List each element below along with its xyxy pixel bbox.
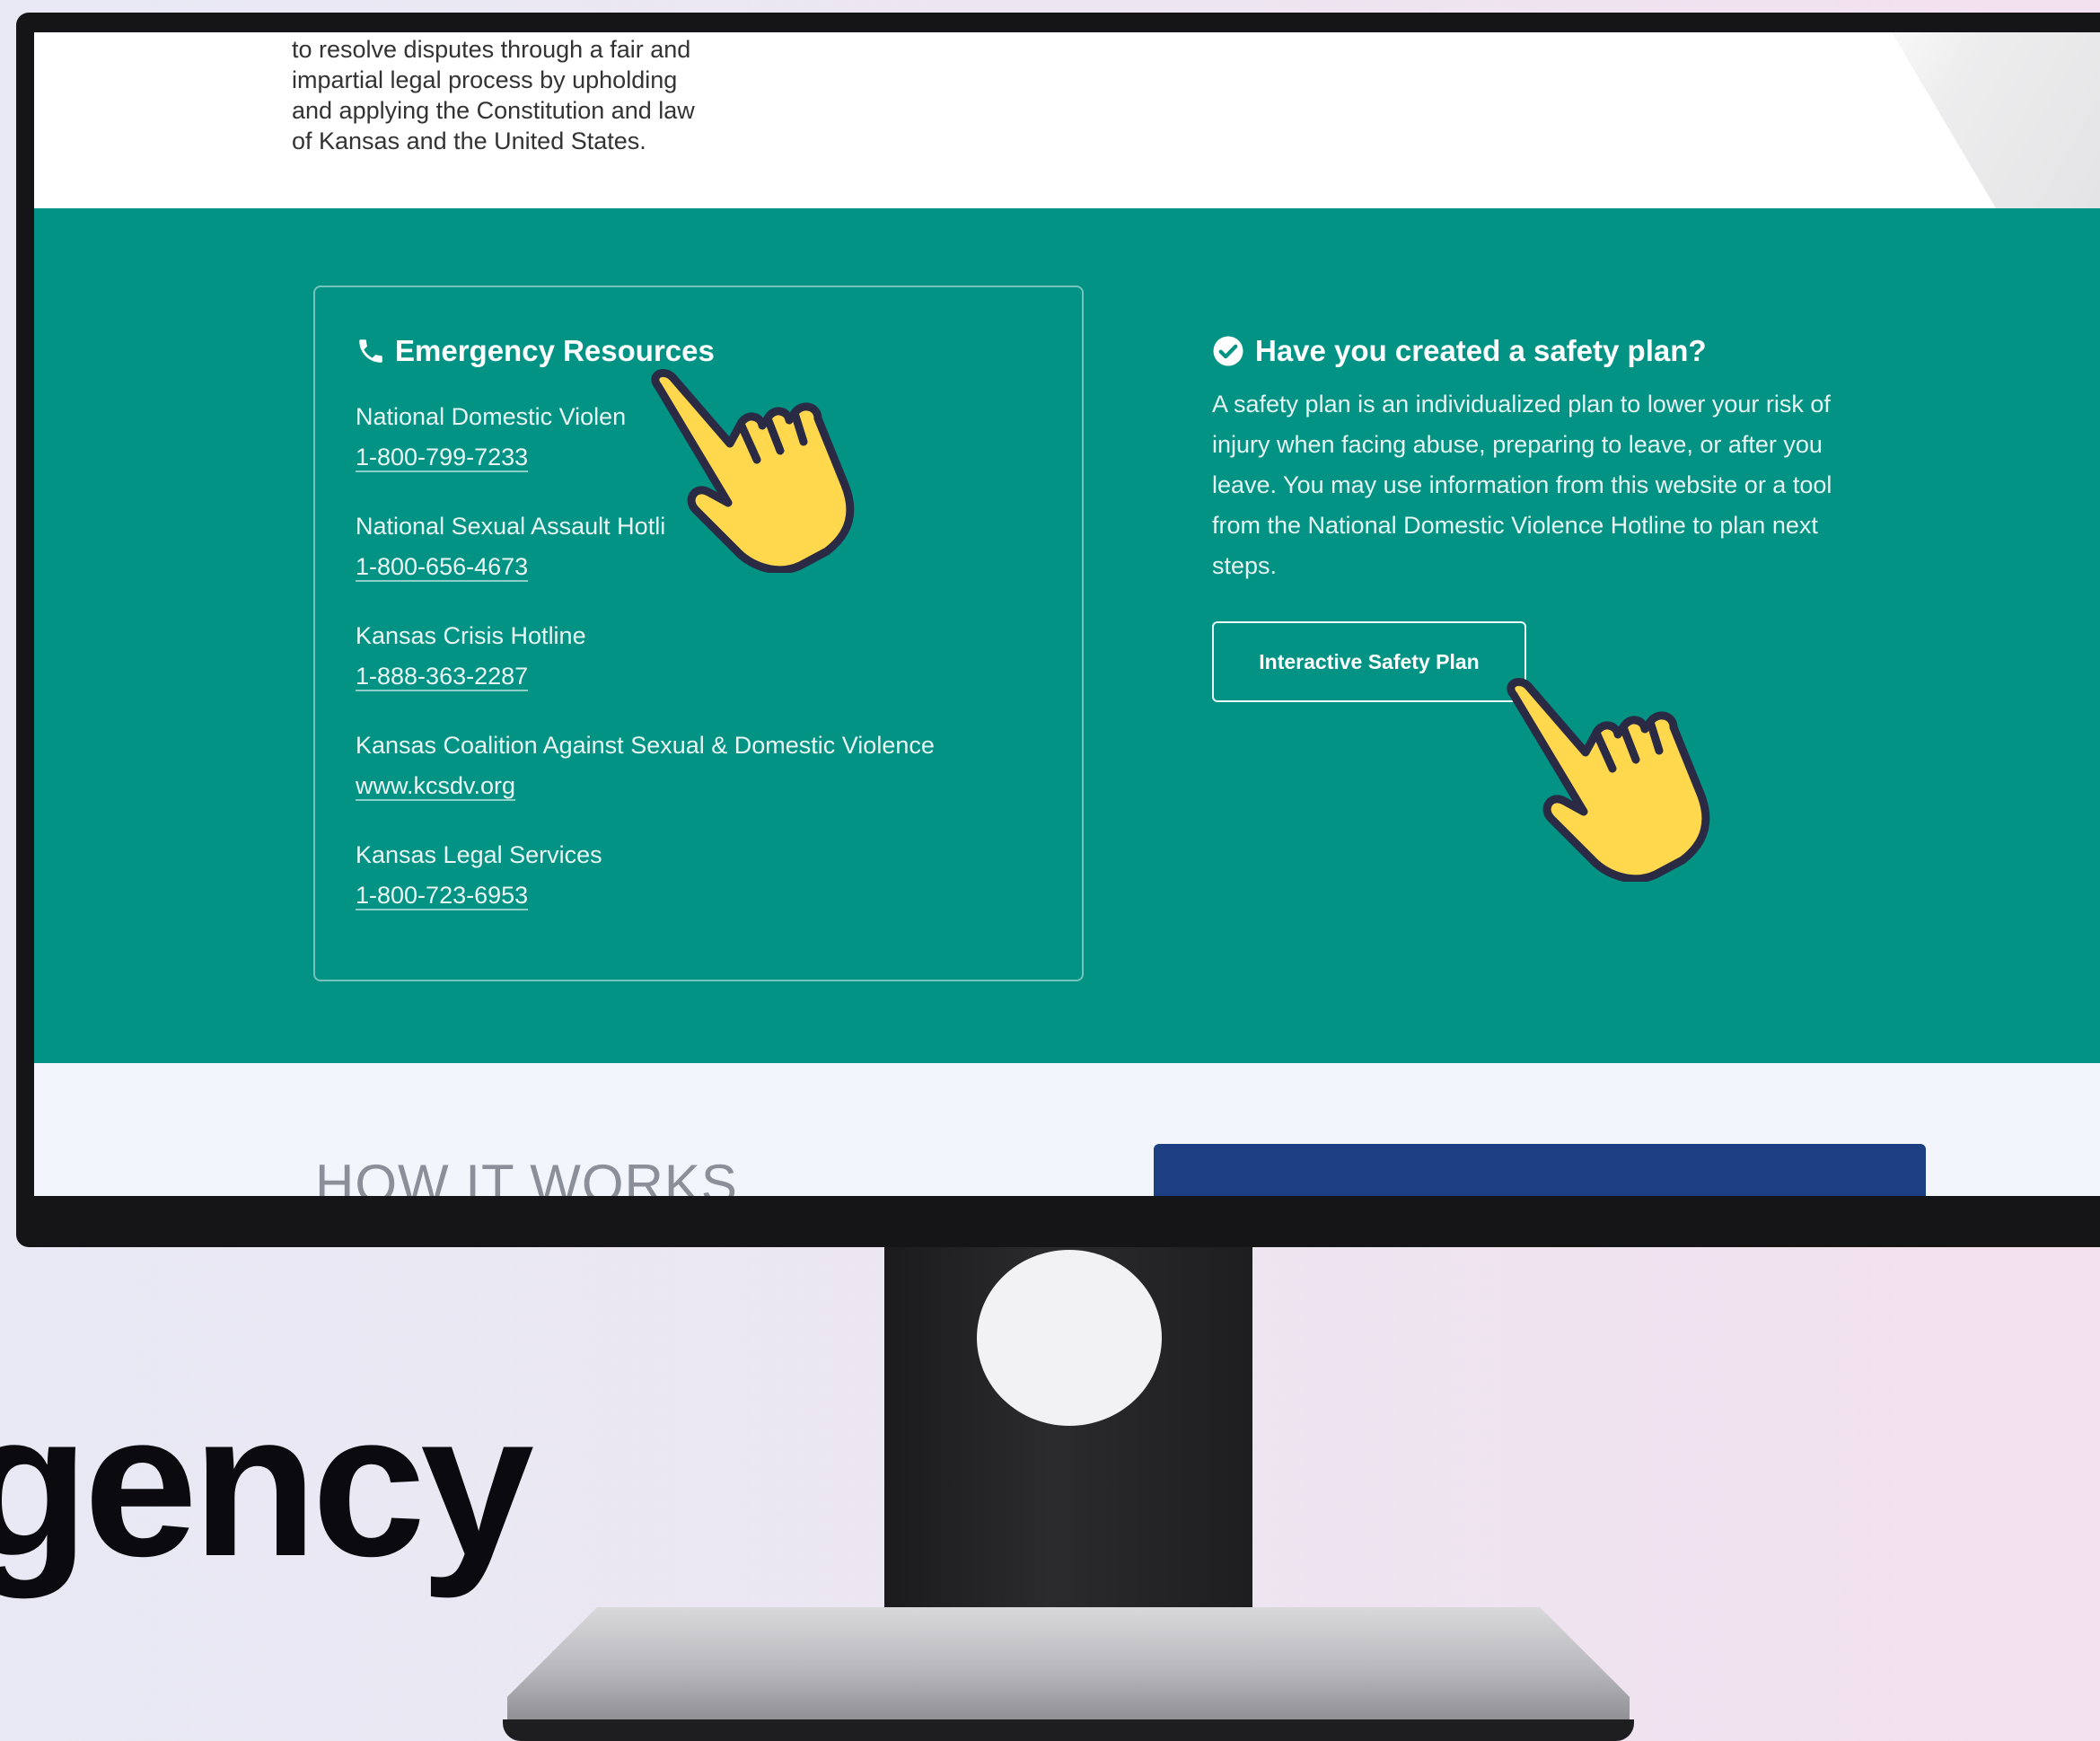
safety-plan-title: Have you created a safety plan? <box>1255 334 1707 367</box>
pointing-hand-icon <box>1507 678 1710 882</box>
monitor-base-edge <box>503 1719 1634 1741</box>
resource-name: National Sexual Assault Hotli <box>356 513 666 540</box>
safety-plan-description: A safety plan is an individualized plan … <box>1212 391 1832 579</box>
resource-phone-link[interactable]: 1-800-723-6953 <box>356 875 528 916</box>
resource-item: Kansas Legal Services 1-800-723-6953 <box>356 835 602 916</box>
mission-section: to resolve disputes through a fair and i… <box>34 32 2100 208</box>
emergency-resources-heading: Emergency Resources <box>356 334 715 368</box>
resource-phone-link[interactable]: 1-800-656-4673 <box>356 547 528 587</box>
decorative-shape <box>1892 32 2100 208</box>
check-circle-icon <box>1213 336 1243 366</box>
resource-website-link[interactable]: www.kcsdv.org <box>356 766 515 806</box>
phone-icon <box>359 339 382 363</box>
resource-name: National Domestic Violen <box>356 403 627 430</box>
resource-item: Kansas Coalition Against Sexual & Domest… <box>356 725 935 806</box>
monitor-stand-base <box>507 1607 1630 1722</box>
monitor-stand-cable-hole <box>977 1250 1162 1426</box>
resource-item: National Domestic Violen 1-800-799-7233 <box>356 397 626 478</box>
resource-name: Kansas Crisis Hotline <box>356 622 586 649</box>
resource-phone-link[interactable]: 1-888-363-2287 <box>356 656 528 697</box>
background-headline: gency <box>0 1371 534 1599</box>
monitor-screen: to resolve disputes through a fair and i… <box>34 32 2100 1196</box>
resource-item: Kansas Crisis Hotline 1-888-363-2287 <box>356 616 586 697</box>
resource-phone-link[interactable]: 1-800-799-7233 <box>356 437 528 478</box>
resource-name: Kansas Legal Services <box>356 841 602 868</box>
resource-name: Kansas Coalition Against Sexual & Domest… <box>356 732 935 759</box>
how-it-works-section: HOW IT WORKS <box>34 1063 2100 1196</box>
interactive-safety-plan-button[interactable]: Interactive Safety Plan <box>1212 621 1526 702</box>
pointing-hand-icon <box>651 369 855 573</box>
mission-statement: to resolve disputes through a fair and i… <box>292 36 695 154</box>
resources-section: Emergency Resources National Domestic Vi… <box>34 208 2100 1063</box>
resource-item: National Sexual Assault Hotli 1-800-656-… <box>356 506 665 587</box>
how-it-works-heading: HOW IT WORKS <box>315 1154 738 1196</box>
safety-plan-heading: Have you created a safety plan? <box>1212 334 1707 368</box>
emergency-resources-title: Emergency Resources <box>395 334 715 367</box>
blue-card <box>1154 1144 1926 1196</box>
